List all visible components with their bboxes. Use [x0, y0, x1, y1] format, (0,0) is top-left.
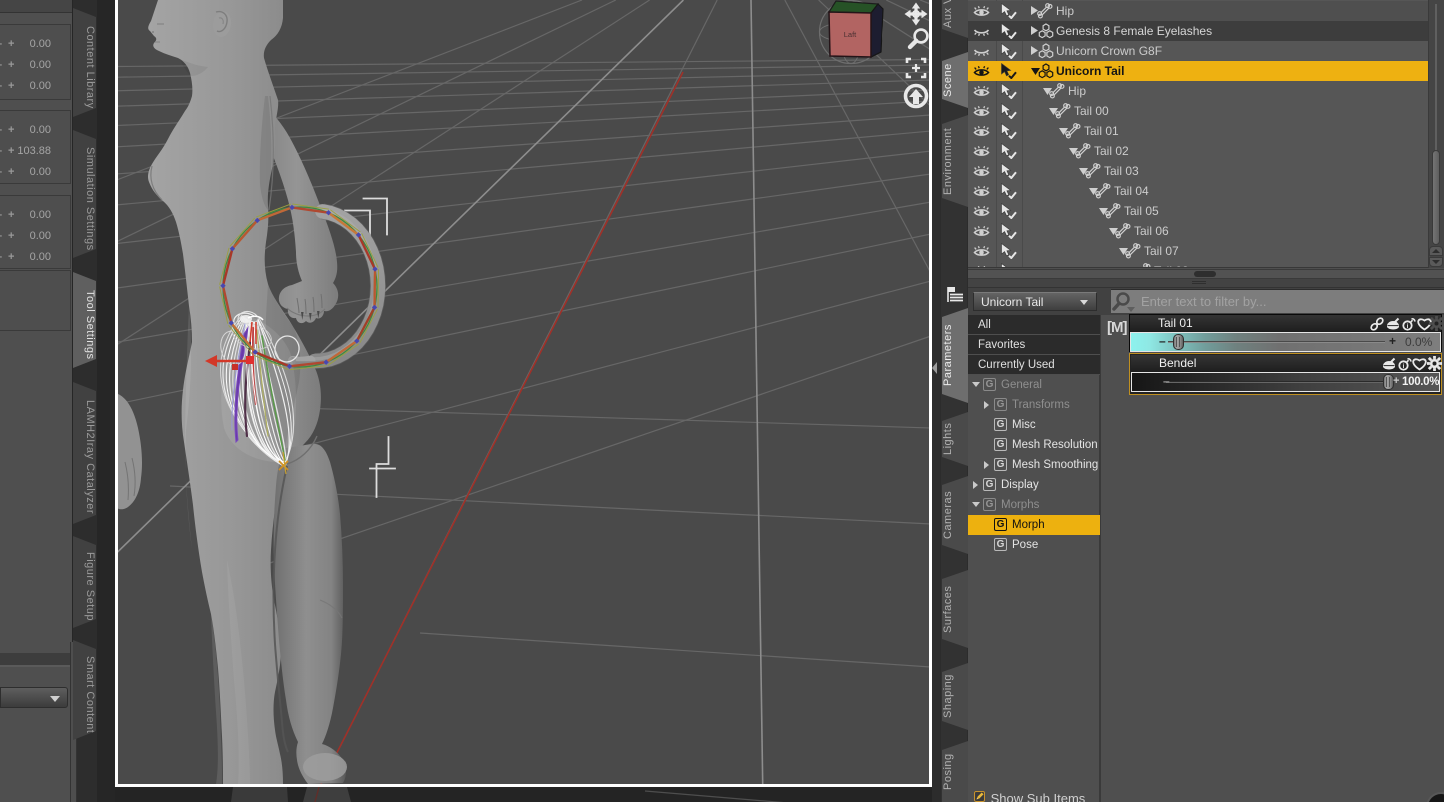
- svg-text:i: i: [1407, 323, 1409, 330]
- svg-text:Laft: Laft: [844, 30, 857, 39]
- svg-text:i: i: [1403, 363, 1405, 370]
